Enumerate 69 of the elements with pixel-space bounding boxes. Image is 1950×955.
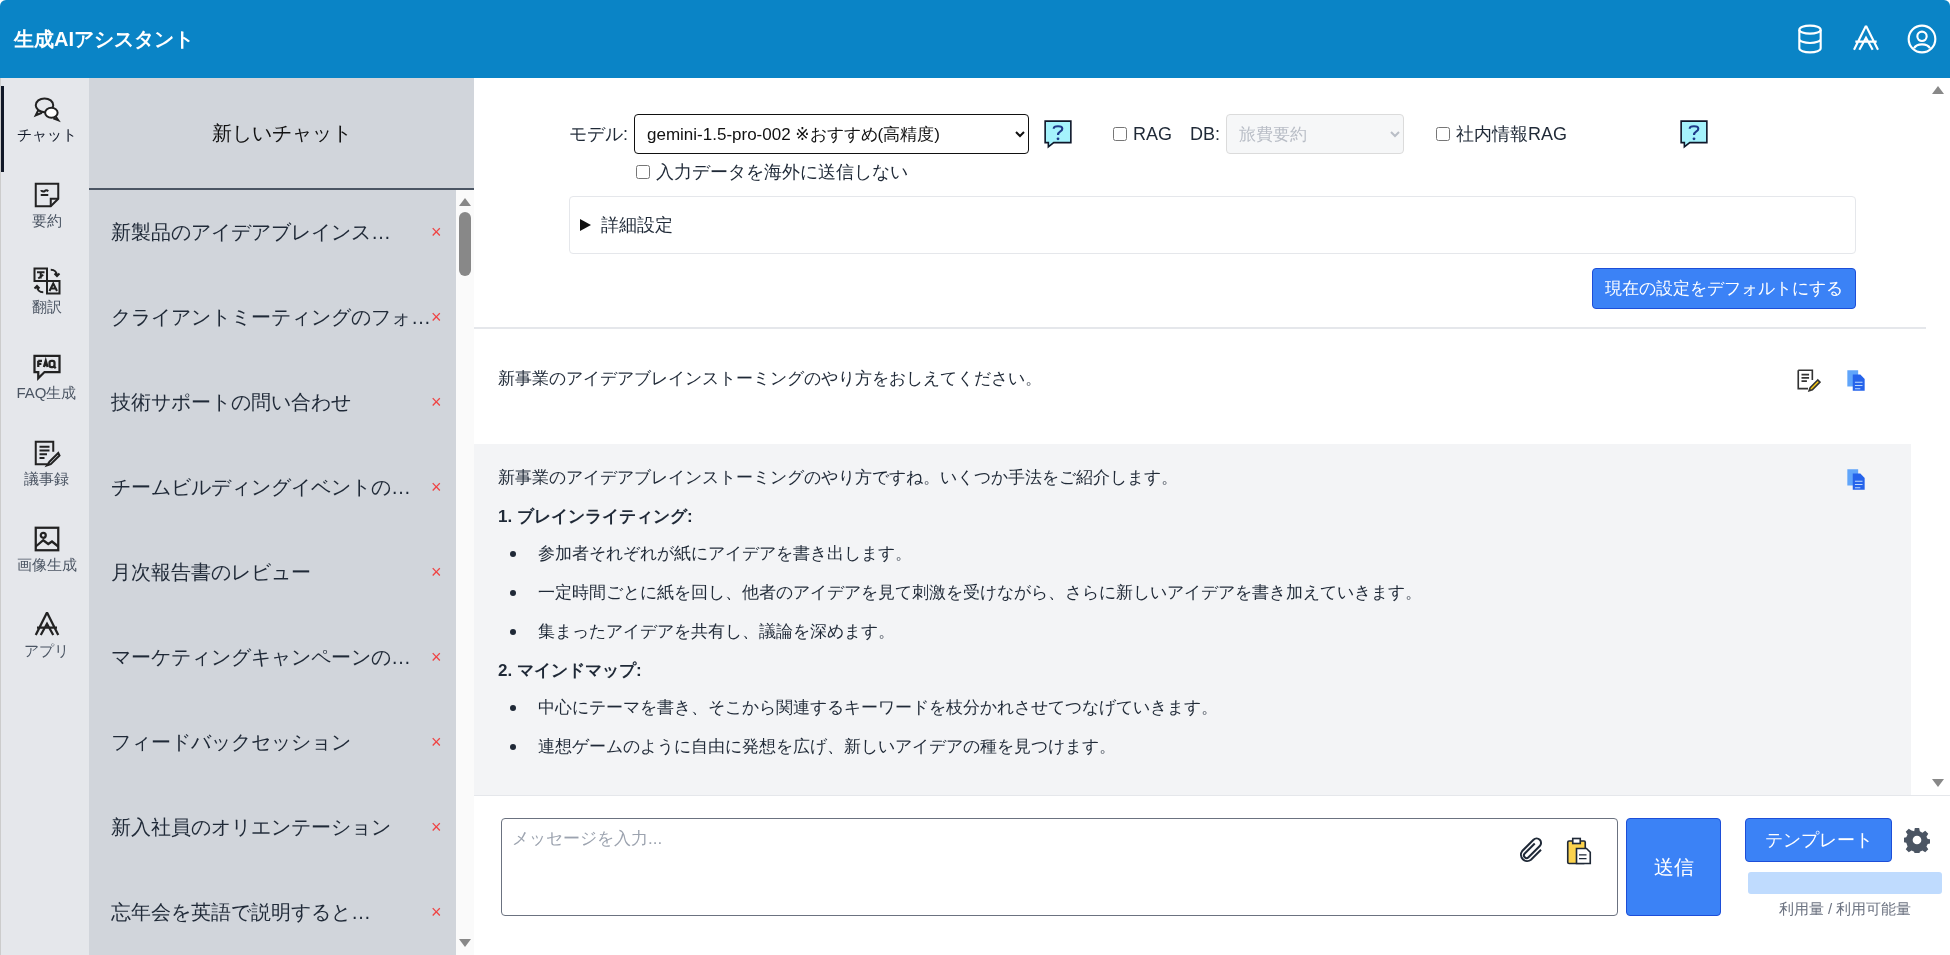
model-select[interactable]: gemini-1.5-pro-002 ※おすすめ(高精度) — [634, 114, 1029, 154]
checkbox[interactable] — [1436, 127, 1451, 141]
chat-title: チームビルディングイベントの… — [111, 475, 411, 500]
chat-history-item[interactable]: フィードバックセッション × — [89, 700, 456, 785]
scroll-up-icon[interactable] — [1932, 86, 1944, 94]
nav-item[interactable]: FAQ生成 — [1, 344, 89, 430]
list-item-text: 参加者それぞれが紙にアイデアを書き出します。 — [538, 543, 912, 565]
checkbox[interactable] — [1113, 127, 1127, 141]
chat-history-item[interactable]: マーケティングキャンペーンの… × — [89, 615, 456, 700]
nav-item[interactable]: アプリ — [1, 602, 89, 688]
nav-item[interactable]: 要約 — [1, 172, 89, 258]
bullet-icon — [510, 704, 516, 711]
list-item-text: 集まったアイデアを共有し、議論を深めます。 — [538, 621, 895, 643]
send-button[interactable]: 送信 — [1626, 818, 1721, 916]
chat-title: 月次報告書のレビュー — [111, 560, 311, 585]
checkbox[interactable] — [636, 165, 650, 179]
settings-icon[interactable] — [1904, 827, 1930, 853]
list-item-text: 一定時間ごとに紙を回し、他者のアイデアを見て刺激を受けながら、さらに新しいアイデアを書き加えていきます。 — [538, 582, 1422, 604]
internal-rag-label: 社内情報RAG — [1456, 123, 1568, 146]
list-item-text: 連想ゲームのように自由に発想を広げ、新しいアイデアの種を見つけます。 — [538, 736, 1116, 758]
nav-item[interactable]: 議事録 — [1, 430, 89, 516]
chat-history-item[interactable]: 月次報告書のレビュー × — [89, 530, 456, 615]
message-input[interactable]: メッセージを入力... — [501, 818, 1619, 916]
scroll-down-icon[interactable] — [458, 939, 471, 947]
scroll-up-icon[interactable] — [458, 198, 471, 206]
app-title: 生成AIアシスタント — [14, 26, 195, 52]
chat-icon — [31, 94, 62, 124]
user-icon[interactable] — [1906, 23, 1938, 55]
rag-label: RAG — [1133, 123, 1173, 145]
nav-item[interactable]: 画像生成 — [1, 516, 89, 602]
chat-title: 技術サポートの問い合わせ — [111, 390, 351, 415]
bullet-icon — [510, 589, 516, 596]
edit-icon[interactable] — [1795, 367, 1821, 393]
chat-title: マーケティングキャンペーンの… — [111, 645, 411, 670]
no-overseas-label: 入力データを海外に送信しない — [656, 161, 908, 184]
bullet-icon — [510, 550, 516, 557]
section-heading: 1. ブレインライティング: — [498, 506, 694, 528]
section-heading: 2. マインドマップ: — [498, 660, 643, 682]
chat-history-item[interactable]: 新入社員のオリエンテーション × — [89, 785, 456, 870]
nav-item[interactable]: 翻訳 — [1, 258, 89, 344]
model-label: モデル: — [569, 123, 628, 146]
faq-icon — [31, 352, 62, 382]
message-text: 新事業のアイデアブレインストーミングのやり方ですね。いくつか手法をご紹介します。 — [498, 467, 1179, 489]
new-chat-button[interactable]: 新しいチャット — [89, 78, 474, 190]
chat-title: クライアントミーティングのフォ… — [111, 305, 431, 330]
chat-title: フィードバックセッション — [111, 730, 351, 755]
chat-history-item[interactable]: 忘年会を英語で説明すると… × — [89, 870, 456, 955]
chat-history-item[interactable]: 技術サポートの問い合わせ × — [89, 360, 456, 445]
template-button[interactable]: テンプレート — [1745, 818, 1892, 862]
chat-title: 新入社員のオリエンテーション — [111, 815, 391, 840]
chat-title: 新製品のアイデアブレインス… — [111, 220, 391, 245]
chat-history-item[interactable]: 新製品のアイデアブレインス… × — [89, 190, 456, 275]
usage-label: 利用量 / 利用可能量 — [1778, 900, 1912, 919]
translate-icon — [31, 266, 62, 296]
bullet-icon — [510, 743, 516, 750]
chat-history-item[interactable]: クライアントミーティングのフォ…× — [89, 275, 456, 360]
scrollbar-thumb[interactable] — [458, 212, 471, 276]
chat-history-item[interactable]: チームビルディングイベントの… × — [89, 445, 456, 530]
bullet-icon — [510, 628, 516, 635]
details-label: 詳細設定 — [601, 214, 673, 237]
set-default-button[interactable]: 現在の設定をデフォルトにする — [1592, 268, 1856, 309]
message-text: 新事業のアイデアブレインストーミングのやり方をおしえてください。 — [498, 368, 1042, 390]
help-icon[interactable] — [1679, 119, 1710, 149]
db-label: DB: — [1190, 123, 1221, 145]
scroll-down-icon[interactable] — [1932, 779, 1944, 787]
details-toggle[interactable]: 詳細設定 — [569, 196, 1856, 254]
help-icon[interactable] — [1043, 119, 1073, 149]
chat-title: 忘年会を英語で説明すると… — [111, 900, 371, 925]
list-item-text: 中心にテーマを書き、そこから関連するキーワードを枝分かれさせてつなげていきます。 — [538, 697, 1218, 719]
